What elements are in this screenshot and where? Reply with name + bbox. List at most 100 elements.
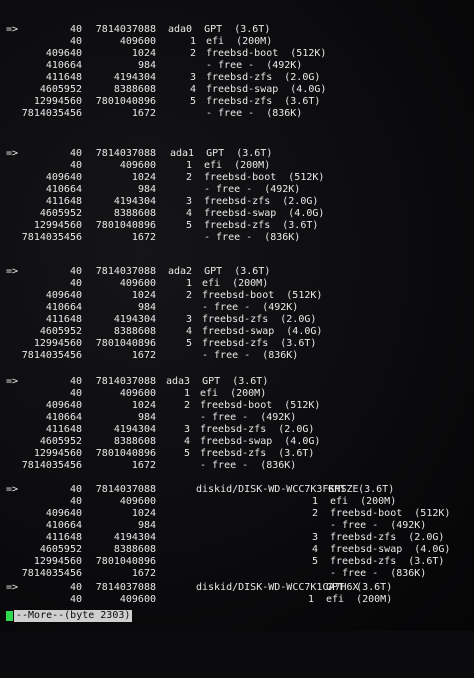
partition-desc: freebsd-boot (512K) (204, 172, 325, 183)
partition-index: 4 (189, 84, 196, 95)
start-sector: 410664 (45, 520, 82, 531)
partition-desc: - free - (492K) (206, 60, 303, 71)
partition-desc: freebsd-swap (4.0G) (202, 326, 323, 337)
partition-desc: freebsd-swap (4.0G) (200, 436, 321, 447)
terminal-screen[interactable]: => 40 7814037088 ada0 GPT (3.6T) 40 4096… (0, 0, 474, 631)
table-row: 409640 1024 2 freebsd-boot (512K) (0, 400, 474, 412)
start-sector: 409640 (45, 400, 82, 411)
partition-block-ada2: => 40 7814037088 ada2 GPT (3.6T) 40 4096… (0, 266, 474, 362)
sector-count: 4194304 (113, 72, 156, 83)
block-arrow: => (6, 148, 19, 159)
partition-desc: freebsd-zfs (3.6T) (204, 220, 319, 231)
partition-index: 2 (185, 290, 192, 301)
sector-count: 4194304 (113, 314, 156, 325)
table-row: => 40 7814037088 ada1 GPT (3.6T) (0, 148, 474, 160)
table-row: 7814035456 1672 - free - (836K) (0, 568, 474, 580)
start-sector: 40 (69, 376, 82, 387)
partition-index: 3 (189, 72, 196, 83)
partition-desc: freebsd-zfs (2.0G) (204, 196, 319, 207)
start-sector: 4605952 (39, 208, 82, 219)
start-sector: 7814035456 (21, 350, 82, 361)
sector-count: 409600 (119, 36, 156, 47)
partition-desc: GPT (3.6T) (326, 582, 393, 593)
block-arrow: => (6, 376, 19, 387)
sector-count: 8388608 (113, 326, 156, 337)
sector-count: 984 (137, 412, 156, 423)
partition-index: 3 (185, 314, 192, 325)
block-arrow: => (6, 24, 19, 35)
start-sector: 4605952 (39, 436, 82, 447)
sector-count: 7814037088 (95, 484, 156, 495)
partition-desc: - free - (836K) (202, 350, 299, 361)
partition-desc: - free - (836K) (200, 460, 297, 471)
start-sector: 411648 (45, 532, 82, 543)
table-row: 4605952 8388608 4 freebsd-swap (4.0G) (0, 436, 474, 448)
partition-index: 4 (185, 208, 192, 219)
start-sector: 40 (69, 266, 82, 277)
sector-count: 409600 (119, 594, 156, 605)
start-sector: 40 (69, 160, 82, 171)
start-sector: 40 (69, 484, 82, 495)
partition-desc: freebsd-zfs (2.0G) (200, 424, 315, 435)
partition-desc: ada1 GPT (3.6T) (170, 148, 273, 159)
partition-block-ada1: => 40 7814037088 ada1 GPT (3.6T) 40 4096… (0, 148, 474, 244)
table-row: 410664 984 - free - (492K) (0, 184, 474, 196)
start-sector: 411648 (45, 72, 82, 83)
start-sector: 409640 (45, 172, 82, 183)
start-sector: 411648 (45, 314, 82, 325)
sector-count: 7801040896 (95, 220, 156, 231)
start-sector: 411648 (45, 424, 82, 435)
partition-desc: - free - (492K) (202, 302, 299, 313)
partition-desc: efi (200M) (202, 278, 269, 289)
start-sector: 410664 (45, 60, 82, 71)
sector-count: 7801040896 (95, 338, 156, 349)
sector-count: 984 (137, 184, 156, 195)
table-row: 12994560 7801040896 5 freebsd-zfs (3.6T) (0, 220, 474, 232)
sector-count: 409600 (119, 388, 156, 399)
table-row: 409640 1024 2 freebsd-boot (512K) (0, 172, 474, 184)
table-row: 411648 4194304 3 freebsd-zfs (2.0G) (0, 196, 474, 208)
partition-desc: freebsd-zfs (3.6T) (202, 338, 317, 349)
sector-count: 409600 (119, 496, 156, 507)
sector-count: 4194304 (113, 532, 156, 543)
start-sector: 12994560 (33, 338, 82, 349)
partition-desc: - free - (836K) (206, 108, 303, 119)
partition-desc: freebsd-boot (512K) (200, 400, 321, 411)
partition-desc: freebsd-zfs (2.0G) (202, 314, 317, 325)
partition-desc: freebsd-zfs (3.6T) (200, 448, 315, 459)
partition-desc: freebsd-swap (4.0G) (206, 84, 327, 95)
partition-desc: freebsd-zfs (3.6T) (330, 556, 445, 567)
start-sector: 409640 (45, 290, 82, 301)
start-sector: 40 (69, 278, 82, 289)
partition-index: 1 (185, 160, 192, 171)
start-sector: 40 (69, 582, 82, 593)
sector-count: 1024 (131, 290, 156, 301)
start-sector: 7814035456 (21, 568, 82, 579)
sector-count: 7801040896 (95, 448, 156, 459)
partition-index: 2 (183, 400, 190, 411)
partition-desc: efi (200M) (330, 496, 397, 507)
table-row: 7814035456 1672 - free - (836K) (0, 460, 474, 472)
start-sector: 410664 (45, 302, 82, 313)
partition-index: 4 (183, 436, 190, 447)
sector-count: 8388608 (113, 208, 156, 219)
partition-index: 1 (311, 496, 318, 507)
partition-block-ada3: => 40 7814037088 ada3 GPT (3.6T) 40 4096… (0, 376, 474, 472)
sector-count: 984 (137, 302, 156, 313)
table-row: => 40 7814037088 diskid/DISK-WD-WCC7K3FK… (0, 484, 474, 496)
more-prompt[interactable]: --More--(byte 2303) (14, 610, 133, 622)
partition-index: 2 (311, 508, 318, 519)
table-row: 411648 4194304 3 freebsd-zfs (2.0G) (0, 72, 474, 84)
sector-count: 1672 (131, 568, 156, 579)
start-sector: 4605952 (39, 326, 82, 337)
partition-index: 5 (311, 556, 318, 567)
partition-desc: freebsd-zfs (2.0G) (330, 532, 445, 543)
block-arrow: => (6, 484, 19, 495)
sector-count: 4194304 (113, 196, 156, 207)
sector-count: 1672 (131, 232, 156, 243)
table-row: 12994560 7801040896 5 freebsd-zfs (3.6T) (0, 96, 474, 108)
table-row: 40 409600 1 efi (200M) (0, 594, 474, 606)
table-row: 40 409600 1 efi (200M) (0, 278, 474, 290)
table-row: 409640 1024 2 freebsd-boot (512K) (0, 48, 474, 60)
table-row: 40 409600 1 efi (200M) (0, 36, 474, 48)
